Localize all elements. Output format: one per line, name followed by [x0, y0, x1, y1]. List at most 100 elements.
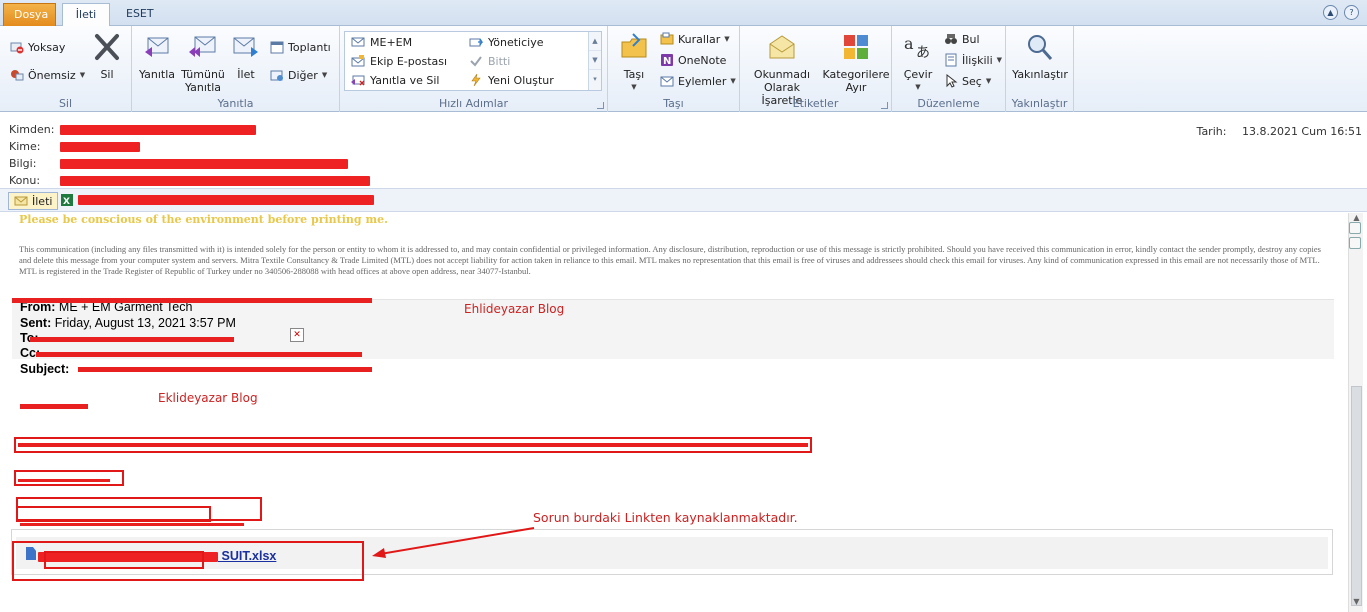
- watermark-2: Eklideyazar Blog: [158, 391, 258, 405]
- redaction-mark: [20, 523, 244, 526]
- group-label-delete: Sil: [58, 97, 73, 110]
- chevron-down-icon: ▼: [321, 71, 328, 79]
- tab-file[interactable]: Dosya: [3, 3, 56, 26]
- group-editing: aあ Çevir ▼ Bul İlişkili ▼ Seç ▼ Düzenlem…: [892, 26, 1006, 112]
- checkmark-icon: [470, 56, 482, 67]
- translate-button[interactable]: aあ Çevir ▼: [898, 32, 938, 94]
- body-scrollbar[interactable]: ▲ ▼: [1348, 213, 1363, 612]
- move-folder-icon: [621, 33, 647, 58]
- onenote-icon: N: [661, 54, 673, 67]
- group-delete: Yoksay Önemsiz ▼ Sil Sil: [0, 26, 132, 112]
- rules-icon: [660, 32, 674, 45]
- chevron-down-icon: ▼: [79, 71, 86, 79]
- broken-image-icon: ✕: [290, 328, 304, 342]
- group-move: Taşı ▼ Kurallar ▼ N OneNote Eylemler ▼ T…: [608, 26, 740, 112]
- svg-text:X: X: [63, 197, 70, 207]
- move-button[interactable]: Taşı ▼: [616, 32, 652, 94]
- message-tab[interactable]: İleti: [8, 192, 59, 210]
- excel-icon: X: [61, 194, 73, 207]
- categorize-label-1: Kategorilere: [822, 68, 890, 81]
- related-icon: [945, 53, 957, 67]
- categorize-button[interactable]: Kategorilere Ayır: [822, 32, 890, 94]
- related-button[interactable]: İlişkili ▼: [944, 53, 1002, 67]
- redaction-mark: [18, 443, 808, 447]
- more-respond-button[interactable]: Diğer ▼: [270, 68, 327, 82]
- translate-label: Çevir: [903, 68, 933, 81]
- forward-button[interactable]: İlet: [229, 32, 263, 81]
- environment-note: Please be conscious of the environment b…: [19, 213, 388, 226]
- mark-unread-button[interactable]: Okunmadı Olarak İşaretle: [742, 32, 822, 107]
- delete-x-icon: [95, 34, 119, 60]
- reply-all-button[interactable]: Tümünü Yanıtla: [179, 32, 227, 94]
- redaction-mark: [18, 479, 110, 482]
- legal-disclaimer: This communication (including any files …: [19, 244, 1321, 276]
- ignore-icon: [10, 42, 24, 54]
- reply-button[interactable]: Yanıtla: [138, 32, 176, 81]
- subject-label: Konu:: [9, 174, 41, 187]
- dialog-launcher-icon[interactable]: [597, 102, 604, 109]
- expand-gallery-icon[interactable]: ▾: [589, 70, 601, 89]
- side-tool-icon[interactable]: [1349, 222, 1361, 234]
- subject-value-redacted: [60, 176, 370, 186]
- minimize-ribbon-icon[interactable]: ▲: [1323, 5, 1338, 20]
- find-button[interactable]: Bul: [944, 32, 980, 46]
- group-label-quick-steps: Hızlı Adımlar: [438, 97, 509, 110]
- categorize-label-2: Ayır: [845, 81, 867, 94]
- quick-step-to-manager[interactable]: Yöneticiye: [469, 35, 543, 49]
- group-respond: Yanıtla Tümünü Yanıtla İlet Toplantı Diğ…: [132, 26, 340, 112]
- onenote-button[interactable]: N OneNote: [660, 53, 726, 67]
- select-label: Seç: [962, 74, 982, 88]
- quick-step-done[interactable]: Bitti: [469, 54, 510, 68]
- quick-step-reply-delete[interactable]: Yanıtla ve Sil: [351, 73, 439, 87]
- quick-step-team-email[interactable]: Ekip E-postası: [351, 54, 447, 68]
- forwarded-subject-line: Subject:: [20, 362, 69, 376]
- quick-step-create-new[interactable]: Yeni Oluştur: [469, 73, 554, 87]
- actions-button[interactable]: Eylemler ▼: [660, 74, 736, 88]
- quick-steps-scrollbar[interactable]: ▲ ▼ ▾: [588, 32, 601, 90]
- rules-button[interactable]: Kurallar ▼: [660, 32, 730, 46]
- meeting-button[interactable]: Toplantı: [270, 40, 331, 54]
- ignore-label: Yoksay: [28, 40, 66, 54]
- delete-label: Sil: [100, 68, 114, 81]
- more-label: Diğer: [288, 68, 318, 82]
- rules-label: Kurallar: [678, 32, 721, 46]
- tab-message[interactable]: İleti: [62, 3, 110, 27]
- group-label-tags: Etiketler: [792, 97, 839, 110]
- chevron-up-icon[interactable]: ▲: [589, 32, 601, 51]
- attachment-file-tab[interactable]: X: [60, 193, 374, 207]
- ignore-button[interactable]: Yoksay: [10, 40, 65, 54]
- redaction-mark: [36, 352, 362, 357]
- redaction-mark: [12, 298, 372, 303]
- junk-button[interactable]: Önemsiz ▼: [10, 68, 85, 82]
- side-tool-icon[interactable]: [1349, 237, 1361, 249]
- date-field: Tarih: 13.8.2021 Cum 16:51: [1185, 125, 1362, 138]
- scroll-down-icon[interactable]: ▼: [1349, 597, 1364, 612]
- svg-text:あ: あ: [916, 45, 930, 61]
- magnifier-icon: [1028, 35, 1053, 60]
- chevron-down-icon[interactable]: ▼: [589, 51, 601, 70]
- to-label: Kime:: [9, 140, 41, 153]
- meeting-label: Toplantı: [288, 40, 331, 54]
- tab-eset[interactable]: ESET: [116, 3, 156, 26]
- chevron-down-icon: ▼: [724, 35, 730, 43]
- dialog-launcher-icon[interactable]: [881, 102, 888, 109]
- quick-step-label: Yeni Oluştur: [488, 73, 554, 87]
- redaction-mark: [30, 337, 234, 342]
- delete-button[interactable]: Sil: [88, 32, 126, 81]
- help-icon[interactable]: ?: [1344, 5, 1359, 20]
- callout-arrow-icon: [372, 527, 535, 558]
- window-controls: ▲ ?: [1323, 5, 1359, 20]
- select-button[interactable]: Seç ▼: [944, 74, 991, 88]
- quick-step-me-em[interactable]: ME+EM: [351, 35, 412, 49]
- quick-step-label: Bitti: [488, 54, 511, 68]
- forward-icon: [233, 37, 258, 57]
- side-tools: [1349, 222, 1363, 252]
- to-manager-icon: [469, 38, 483, 47]
- ribbon: Yoksay Önemsiz ▼ Sil Sil Yanıtla Tümünü …: [0, 26, 1367, 112]
- actions-label: Eylemler: [678, 74, 727, 88]
- find-label: Bul: [962, 32, 980, 46]
- zoom-button[interactable]: Yakınlaştır: [1010, 32, 1070, 81]
- watermark-1: Ehlideyazar Blog: [464, 302, 565, 316]
- scroll-thumb[interactable]: [1351, 386, 1362, 606]
- junk-label: Önemsiz: [28, 68, 76, 82]
